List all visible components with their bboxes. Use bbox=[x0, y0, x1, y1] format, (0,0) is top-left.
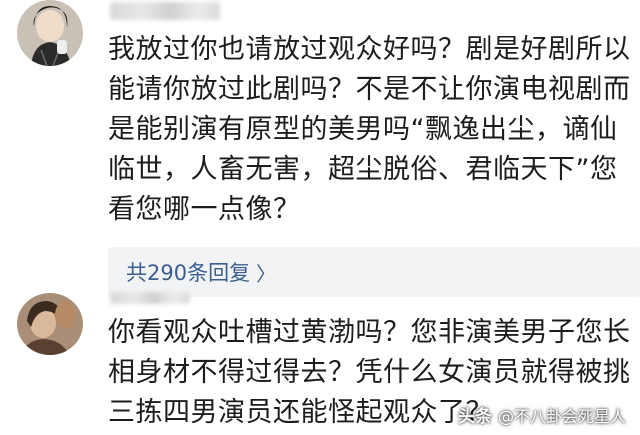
avatar[interactable] bbox=[17, 293, 83, 355]
username-blurred[interactable] bbox=[110, 292, 190, 304]
toutiao-logo: 头条 bbox=[457, 407, 492, 427]
watermark-handle: @不八卦会死星人 bbox=[497, 406, 626, 426]
watermark: 头条 @不八卦会死星人 bbox=[457, 402, 626, 428]
comment-item-1: 我放过你也请放过观众好吗？剧是好剧所以 能请你放过此剧吗？不是不让你演电视剧而 … bbox=[0, 0, 640, 297]
replies-count-label: 共290条回复 bbox=[126, 261, 251, 285]
username-blurred[interactable] bbox=[110, 2, 220, 20]
view-replies-link[interactable]: 共290条回复 〉 bbox=[126, 257, 276, 287]
chevron-right-icon: 〉 bbox=[256, 261, 277, 286]
comment-text: 我放过你也请放过观众好吗？剧是好剧所以 能请你放过此剧吗？不是不让你演电视剧而 … bbox=[108, 34, 631, 225]
replies-panel: 共290条回复 〉 bbox=[108, 247, 640, 297]
avatar[interactable] bbox=[17, 0, 83, 66]
